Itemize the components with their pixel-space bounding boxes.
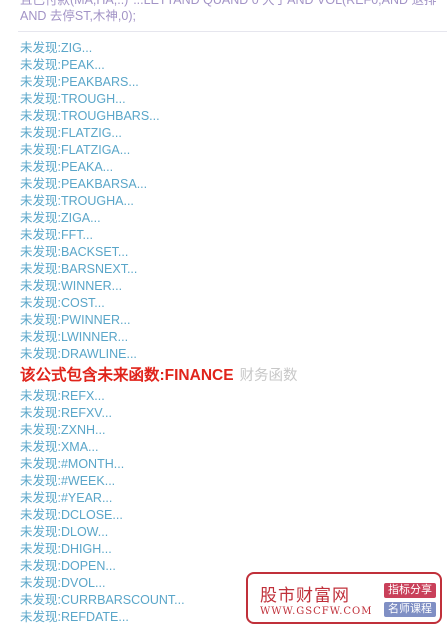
function-check-results: 未发现:ZIG... 未发现:PEAK... 未发现:PEAKBARS... 未… xyxy=(20,40,440,626)
list-item[interactable]: 未发现:PEAKBARS... xyxy=(20,74,440,91)
list-item[interactable]: 未发现:REFXV... xyxy=(20,405,440,422)
list-item[interactable]: 未发现:REFX... xyxy=(20,388,440,405)
watermark-tag-courses: 名师课程 xyxy=(384,602,436,617)
list-item[interactable]: 未发现:DCLOSE... xyxy=(20,507,440,524)
list-item[interactable]: 未发现:TROUGHA... xyxy=(20,193,440,210)
list-item[interactable]: 未发现:PWINNER... xyxy=(20,312,440,329)
list-item[interactable]: 未发现:ZIG... xyxy=(20,40,440,57)
formula-code-snippet: 且已付款(MA,HA,..)*...LETTAND QUAND 0 大于AND … xyxy=(20,0,447,24)
list-item[interactable]: 未发现:FLATZIG... xyxy=(20,125,440,142)
list-item[interactable]: 未发现:PEAKBARSA... xyxy=(20,176,440,193)
list-item[interactable]: 未发现:#YEAR... xyxy=(20,490,440,507)
list-item[interactable]: 未发现:ZXNH... xyxy=(20,422,440,439)
warning-text: 该公式包含未来函数:FINANCE xyxy=(20,367,234,384)
list-item[interactable]: 未发现:XMA... xyxy=(20,439,440,456)
list-item[interactable]: 未发现:DRAWLINE... xyxy=(20,346,440,363)
code-line-1: 且已付款(MA,HA,..)*...LETTAND QUAND 0 大于AND … xyxy=(20,0,437,7)
list-item[interactable]: 未发现:LWINNER... xyxy=(20,329,440,346)
site-watermark-logo: 股市财富网 WWW.GSCFW.COM 指标分享 名师课程 xyxy=(246,572,442,624)
list-item[interactable]: 未发现:TROUGHBARS... xyxy=(20,108,440,125)
list-item[interactable]: 未发现:TROUGH... xyxy=(20,91,440,108)
list-item[interactable]: 未发现:PEAK... xyxy=(20,57,440,74)
future-function-warning: 该公式包含未来函数:FINANCE 财务函数 xyxy=(20,364,440,388)
list-item[interactable]: 未发现:FLATZIGA... xyxy=(20,142,440,159)
divider xyxy=(18,31,447,32)
list-item[interactable]: 未发现:ZIGA... xyxy=(20,210,440,227)
watermark-tag-indicator-share: 指标分享 xyxy=(384,583,436,598)
list-item[interactable]: 未发现:DLOW... xyxy=(20,524,440,541)
list-item[interactable]: 未发现:#MONTH... xyxy=(20,456,440,473)
list-item[interactable]: 未发现:COST... xyxy=(20,295,440,312)
list-item[interactable]: 未发现:#WEEK... xyxy=(20,473,440,490)
warning-note: 财务函数 xyxy=(239,368,298,384)
watermark-url: WWW.GSCFW.COM xyxy=(260,606,373,617)
list-item[interactable]: 未发现:DHIGH... xyxy=(20,541,440,558)
list-item[interactable]: 未发现:FFT... xyxy=(20,227,440,244)
watermark-title: 股市财富网 xyxy=(260,586,350,606)
list-item[interactable]: 未发现:BACKSET... xyxy=(20,244,440,261)
list-item[interactable]: 未发现:WINNER... xyxy=(20,278,440,295)
code-line-2: AND 去停ST,木神,0); xyxy=(20,9,136,23)
list-item[interactable]: 未发现:BARSNEXT... xyxy=(20,261,440,278)
list-item[interactable]: 未发现:PEAKA... xyxy=(20,159,440,176)
